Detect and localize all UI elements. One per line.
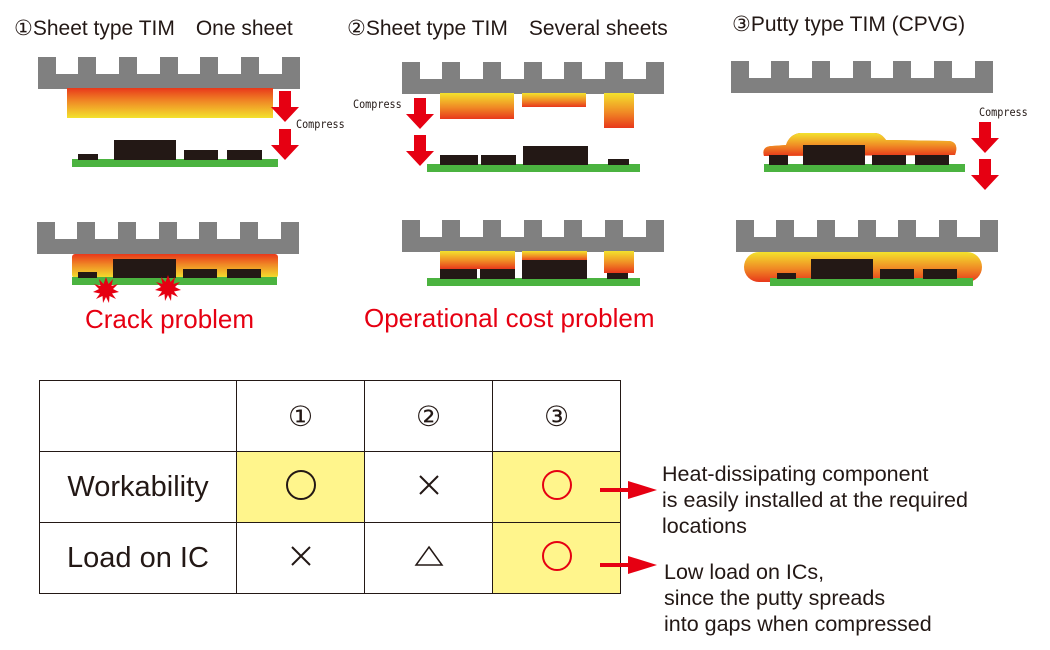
cross-mark-icon	[418, 474, 439, 495]
chip	[183, 269, 217, 278]
tim-sheet	[522, 93, 586, 107]
compress-arrow-icon	[971, 159, 999, 190]
circle-mark-icon	[285, 469, 316, 500]
table-header-row: ① ② ③	[39, 380, 621, 452]
note-line: into gaps when compressed	[664, 612, 932, 636]
chip	[227, 269, 261, 278]
table-corner-cell	[39, 380, 237, 452]
panel-1-before	[38, 57, 300, 167]
circuit-board	[770, 278, 973, 286]
table-cell	[236, 451, 365, 523]
table-header-1: ①	[236, 380, 365, 452]
panel-3-before	[731, 61, 999, 190]
circle-mark-icon	[541, 540, 572, 571]
tim-sheet	[440, 251, 515, 269]
compress-arrow-icon	[271, 129, 299, 160]
load-on-ic-note: Low load on ICs, since the putty spreads…	[664, 559, 932, 637]
circuit-board	[764, 164, 965, 172]
chip	[78, 154, 98, 160]
panel-3-after	[736, 220, 998, 286]
table-row: Workability	[39, 451, 621, 523]
heatsink	[402, 62, 664, 94]
tim-sheet	[67, 88, 273, 118]
chip	[440, 269, 477, 279]
chip	[811, 259, 873, 279]
circuit-board	[427, 278, 640, 286]
tim-sheet	[522, 251, 587, 261]
chip	[78, 272, 97, 278]
tim-comparison-diagram	[37, 57, 999, 303]
compress-arrow-icon	[271, 91, 299, 122]
note-arrow-icon	[600, 481, 657, 499]
table-header-2: ②	[364, 380, 493, 452]
circle-mark-icon	[541, 469, 572, 500]
note-line: Heat-dissipating component	[662, 462, 929, 486]
note-line: locations	[662, 514, 747, 538]
table-cell	[364, 451, 493, 523]
circuit-board	[427, 164, 640, 172]
compress-arrow-icon	[406, 98, 434, 129]
panel-2-after	[402, 220, 664, 286]
workability-note: Heat-dissipating component is easily ins…	[662, 461, 968, 539]
chip	[769, 155, 788, 165]
chip	[777, 273, 796, 279]
heatsink	[736, 220, 998, 252]
chip	[227, 150, 262, 160]
chip	[480, 269, 515, 279]
compress-label: Compress	[979, 105, 1028, 119]
circuit-board	[72, 159, 278, 167]
compress-arrow-icon	[406, 135, 434, 166]
chip	[923, 269, 957, 279]
note-arrow-icon	[600, 556, 657, 574]
chip	[440, 155, 478, 165]
heatsink	[731, 61, 993, 93]
chip	[184, 150, 218, 160]
note-line: since the putty spreads	[664, 586, 886, 610]
chip	[522, 260, 587, 279]
chip	[915, 155, 949, 165]
table-cell	[364, 522, 493, 594]
chip	[803, 145, 865, 165]
operational-cost-problem-label: Operational cost problem	[364, 303, 655, 333]
panel-2-before	[402, 62, 664, 172]
tim-sheet	[604, 93, 634, 128]
compress-label: Compress	[353, 97, 402, 111]
note-line: is easily installed at the required	[662, 488, 968, 512]
chip	[114, 140, 176, 160]
tim-sheet	[604, 251, 634, 273]
crack-problem-label: Crack problem	[85, 304, 255, 334]
cross-mark-icon	[290, 545, 311, 566]
heatsink	[402, 220, 664, 252]
heatsink	[38, 57, 300, 89]
chip	[113, 259, 176, 278]
heatsink	[37, 222, 299, 254]
compress-arrow-icon	[971, 122, 999, 153]
tim-sheet	[440, 93, 514, 119]
chip	[481, 155, 516, 165]
chip	[872, 155, 906, 165]
chip	[608, 159, 629, 165]
table-row: Load on IC	[39, 522, 621, 594]
note-line: Low load on ICs,	[664, 560, 825, 584]
comparison-table: ① ② ③ Workability Load on IC	[39, 380, 621, 594]
table-header-3: ③	[492, 380, 621, 452]
table-cell	[236, 522, 365, 594]
chip	[523, 146, 588, 165]
compress-label: Compress	[296, 117, 345, 131]
panel-1-after	[37, 222, 299, 303]
chip	[880, 269, 914, 279]
triangle-mark-icon	[414, 545, 443, 566]
chip	[607, 273, 628, 279]
row-label-load-on-ic: Load on IC	[39, 522, 237, 594]
row-label-workability: Workability	[39, 451, 237, 523]
